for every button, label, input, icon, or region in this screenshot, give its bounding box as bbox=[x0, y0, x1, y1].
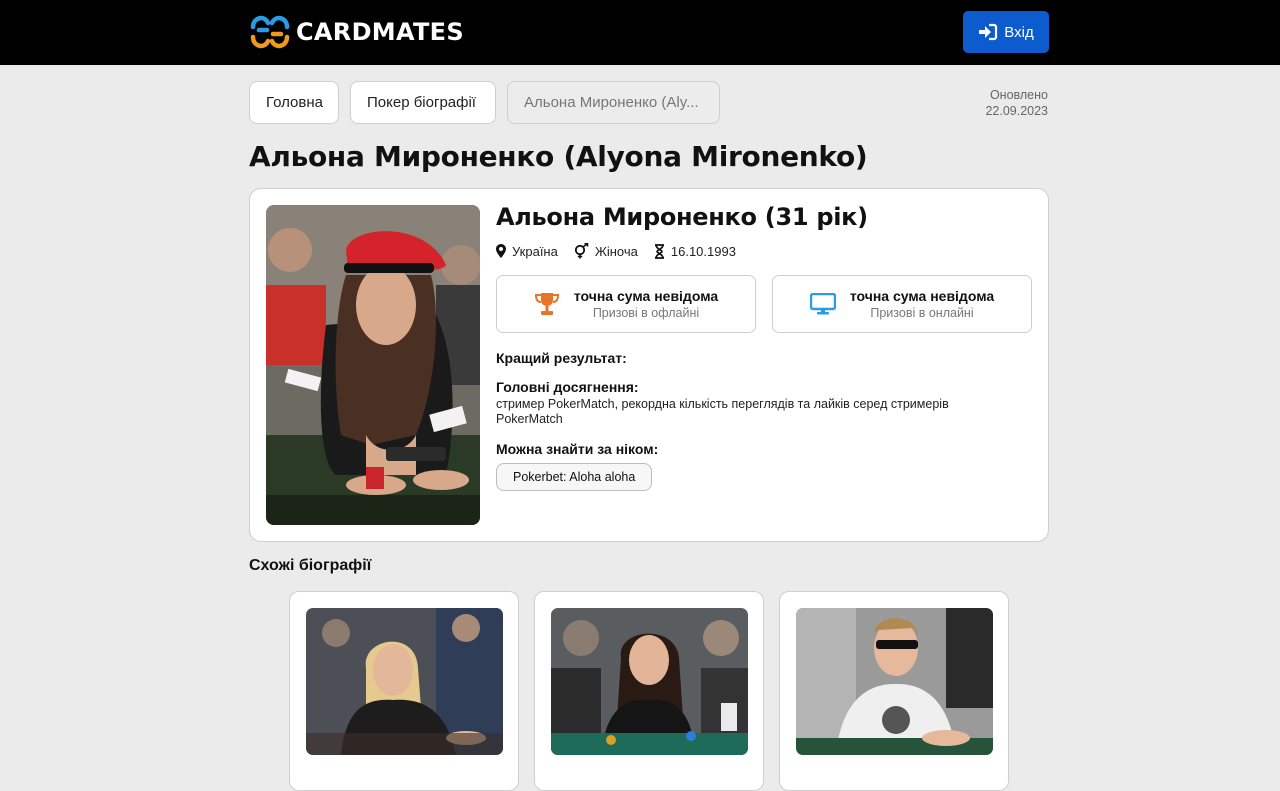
gender-info: Жіноча bbox=[574, 243, 638, 259]
breadcrumb-current: Альона Мироненко (Aly... bbox=[507, 81, 720, 124]
country: Україна bbox=[512, 243, 558, 259]
birthdate: 16.10.1993 bbox=[670, 243, 736, 259]
page-title: Альона Мироненко (Alyona Mironenko) bbox=[249, 140, 868, 173]
updated-info: Оновлено 22.09.2023 bbox=[985, 87, 1048, 119]
breadcrumb-poker-bios[interactable]: Покер біографії bbox=[350, 81, 496, 124]
similar-bio-card[interactable] bbox=[534, 591, 764, 791]
prizes-row: точна сума невідома Призові в офлайні то… bbox=[496, 275, 1036, 333]
similar-bio-card[interactable] bbox=[779, 591, 1009, 791]
offline-prizes-box: точна сума невідома Призові в офлайні bbox=[496, 275, 756, 333]
updated-label: Оновлено bbox=[989, 88, 1048, 102]
gender: Жіноча bbox=[594, 243, 638, 259]
logo-text: CARDMATES bbox=[296, 18, 464, 46]
profile-photo-image bbox=[266, 205, 480, 525]
achievements-heading: Головні досягнення: bbox=[496, 379, 639, 395]
country-info: Україна bbox=[496, 244, 558, 259]
trophy-icon bbox=[534, 293, 559, 315]
cardmates-logo[interactable]: CARDMATES bbox=[249, 11, 464, 53]
login-button[interactable]: Вхід bbox=[963, 11, 1049, 53]
monitor-icon bbox=[809, 293, 836, 315]
sign-in-icon bbox=[979, 23, 998, 41]
similar-bio-photo bbox=[306, 608, 503, 755]
profile-card: Альона Мироненко (31 рік) Україна Жіноча bbox=[249, 188, 1049, 542]
online-prize-amount: точна сума невідома bbox=[849, 288, 995, 304]
profile-photo bbox=[266, 205, 480, 525]
gender-icon bbox=[574, 243, 589, 259]
similar-bio-photo bbox=[796, 608, 993, 755]
breadcrumb-home[interactable]: Головна bbox=[249, 81, 339, 124]
updated-date: 22.09.2023 bbox=[985, 104, 1048, 118]
top-navbar: CARDMATES Вхід bbox=[0, 0, 1280, 65]
achievements-text: стример PokerMatch, рекордна кількість п… bbox=[496, 397, 949, 426]
nick-heading: Можна знайти за ніком: bbox=[496, 441, 659, 457]
similar-bio-card[interactable] bbox=[289, 591, 519, 791]
login-label: Вхід bbox=[1004, 23, 1034, 41]
offline-prize-label: Призові в офлайні bbox=[592, 306, 700, 320]
profile-meta: Україна Жіноча 16.10.1993 bbox=[496, 243, 1036, 259]
online-prize-label: Призові в онлайні bbox=[870, 306, 974, 320]
logo-icon bbox=[250, 15, 290, 49]
profile-name: Альона Мироненко (31 рік) bbox=[496, 203, 868, 231]
online-prizes-box: точна сума невідома Призові в онлайні bbox=[772, 275, 1032, 333]
birthdate-info: 16.10.1993 bbox=[654, 244, 736, 259]
location-pin-icon bbox=[496, 244, 506, 258]
best-result-heading: Кращий результат: bbox=[496, 350, 627, 366]
nick-tag[interactable]: Pokerbet: Aloha aloha bbox=[496, 463, 653, 491]
similar-bios-heading: Схожі біографії bbox=[249, 557, 372, 574]
similar-bio-photo bbox=[551, 608, 748, 755]
offline-prize-amount: точна сума невідома bbox=[573, 288, 719, 304]
hourglass-icon bbox=[654, 243, 664, 259]
profile-info: Альона Мироненко (31 рік) Україна Жіноча bbox=[496, 203, 1036, 491]
